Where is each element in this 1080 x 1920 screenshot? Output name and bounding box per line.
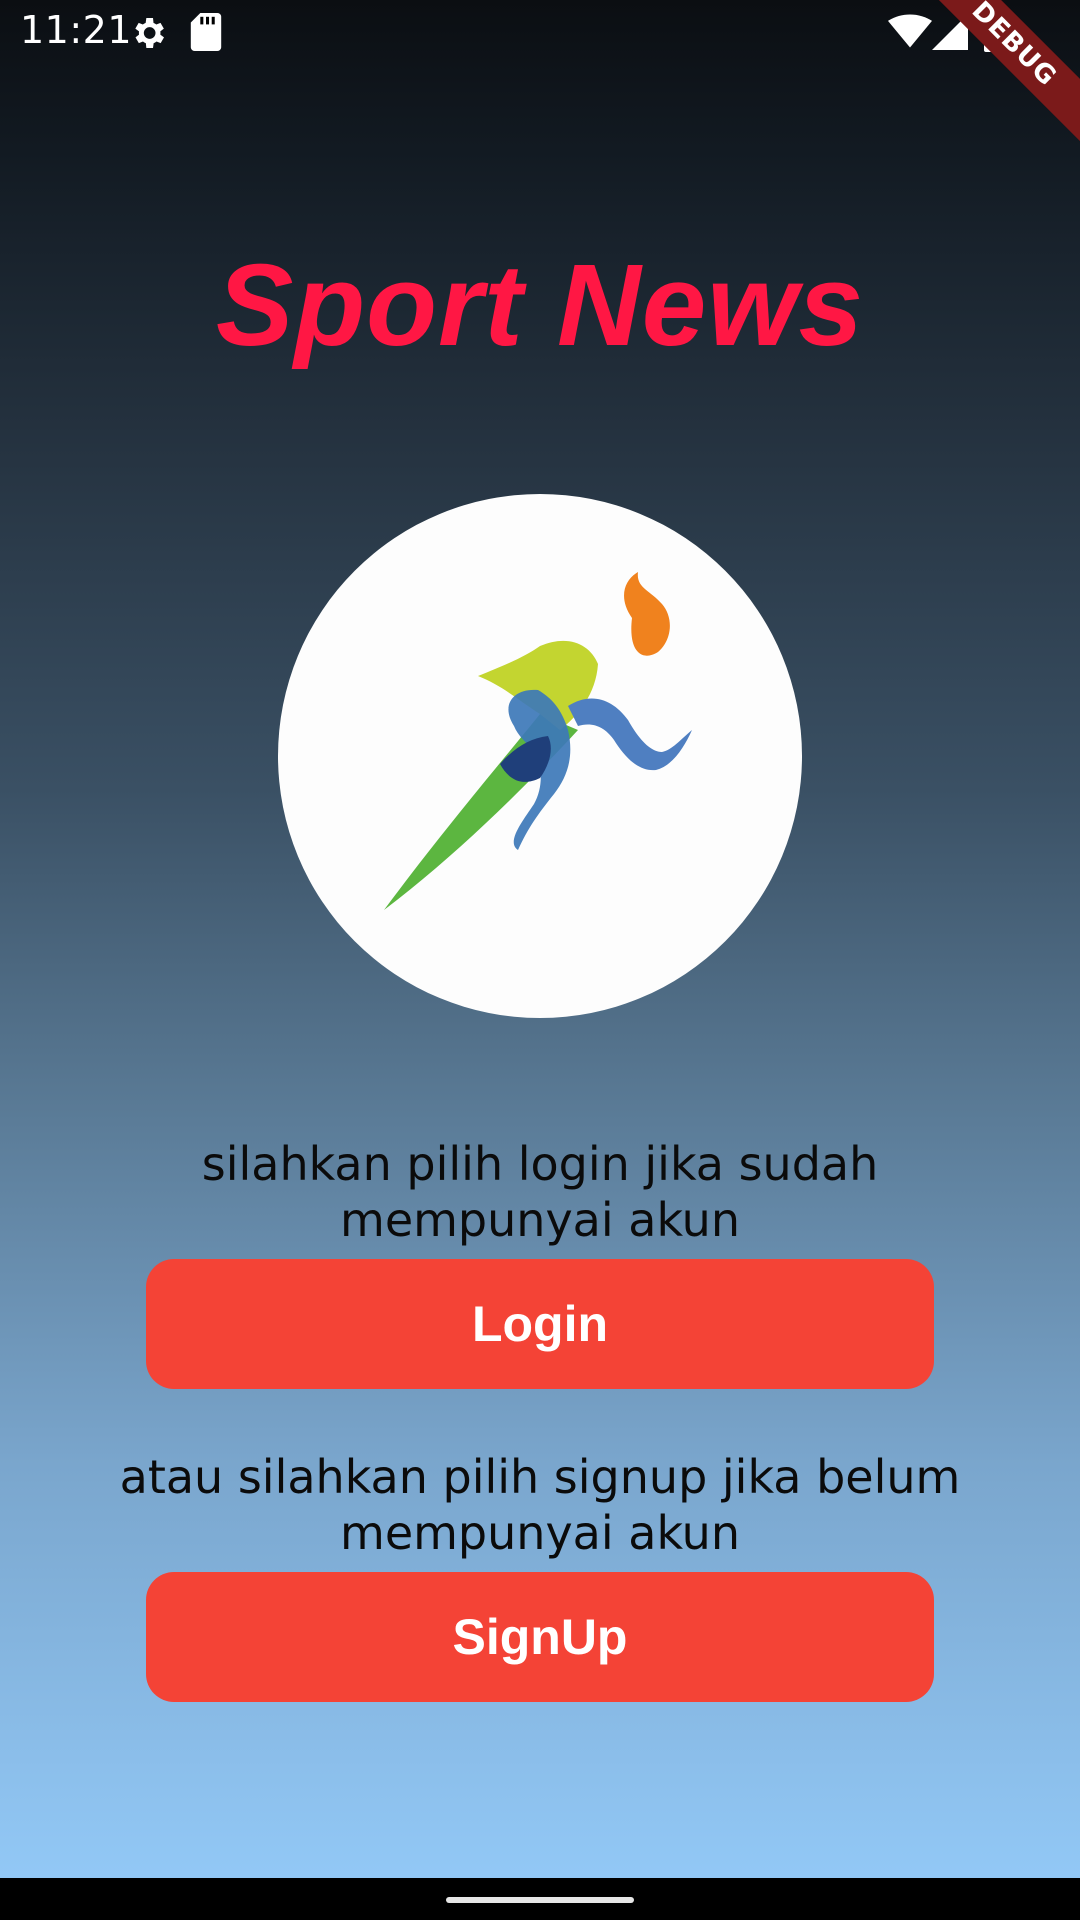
running-man-icon [384, 572, 692, 910]
sdcard-icon [190, 13, 222, 56]
login-prompt: silahkan pilih login jika sudah mempunya… [201, 1137, 879, 1247]
status-time: 11:21 [20, 8, 133, 52]
app-title: Sport News [215, 240, 865, 370]
signup-prompt: atau silahkan pilih signup jika belum me… [119, 1450, 961, 1560]
signup-button[interactable]: SignUp [146, 1572, 934, 1702]
app-screen: 11:21 DEBUG Sport News silahkan pilih lo… [0, 0, 1080, 1920]
status-bar: 11:21 [0, 0, 1080, 64]
home-gesture-handle[interactable] [446, 1897, 634, 1903]
wifi-icon [888, 14, 932, 53]
gear-icon [128, 13, 168, 58]
sport-logo [278, 494, 802, 1018]
login-button[interactable]: Login [146, 1259, 934, 1389]
